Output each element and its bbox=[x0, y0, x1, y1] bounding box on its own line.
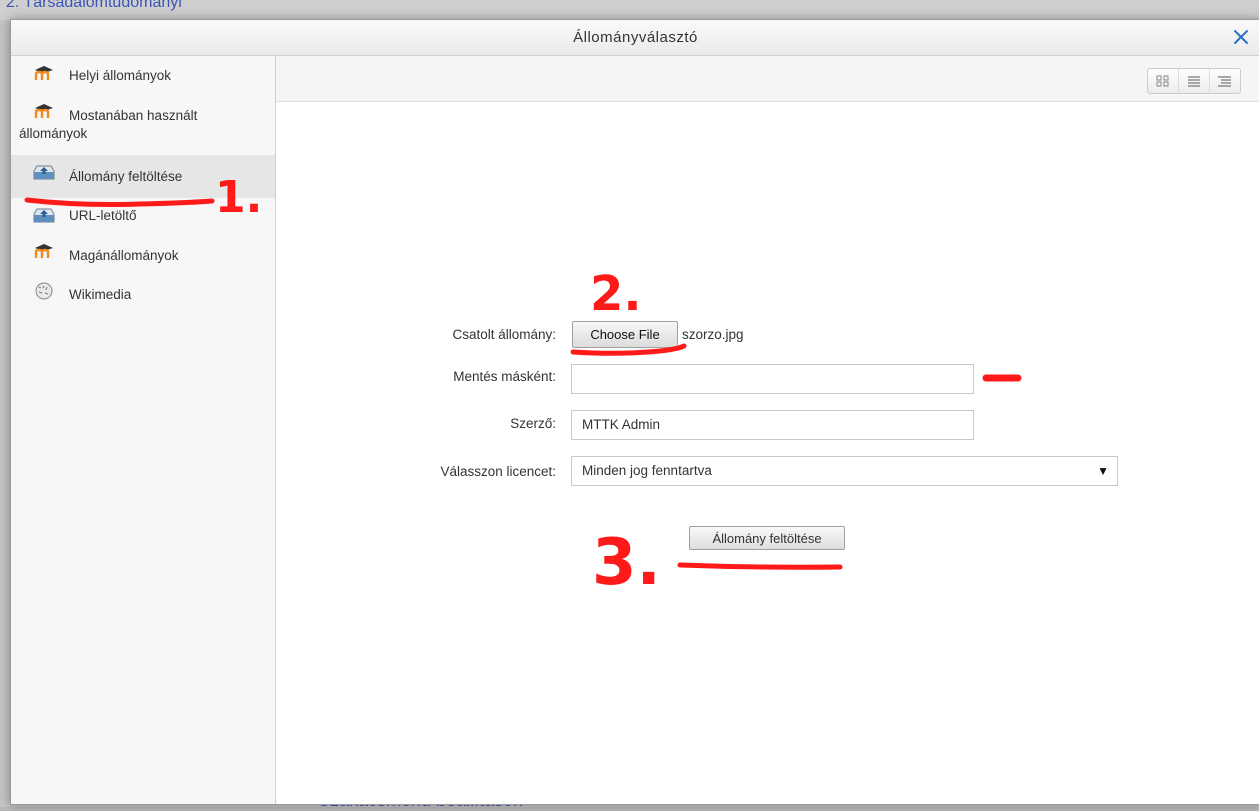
sidebar-item-local-files[interactable]: Helyi állományok bbox=[11, 56, 275, 94]
dialog-header: Állományválasztó bbox=[11, 20, 1259, 56]
tree-view-icon[interactable] bbox=[1209, 69, 1240, 93]
sidebar-item-recent-files[interactable]: Mostanában használt állományok bbox=[11, 94, 275, 155]
sidebar-item-url-downloader[interactable]: URL-letöltő bbox=[11, 198, 275, 234]
dropdown-arrow-icon: ▼ bbox=[1097, 464, 1109, 478]
sidebar-item-label: URL-letöltő bbox=[69, 208, 137, 223]
dialog-title: Állományválasztó bbox=[573, 29, 698, 46]
upload-file-button[interactable]: Állomány feltöltése bbox=[689, 526, 845, 550]
selected-file-name: szorzo.jpg bbox=[682, 327, 744, 342]
sidebar-item-wikimedia[interactable]: Wikimedia bbox=[11, 274, 275, 313]
license-select[interactable]: Minden jog fenntartva ▼ bbox=[571, 456, 1118, 486]
file-picker-dialog: Állományválasztó Helyi állományok Mostan… bbox=[10, 19, 1259, 805]
upload-icon bbox=[33, 208, 55, 223]
attached-file-label: Csatolt állomány: bbox=[452, 327, 556, 342]
author-label: Szerző: bbox=[510, 416, 556, 431]
license-label: Válasszon licencet: bbox=[440, 464, 556, 479]
sidebar-item-upload-file[interactable]: Állomány feltöltése bbox=[11, 155, 275, 198]
repository-sidebar: Helyi állományok Mostanában használt áll… bbox=[11, 56, 276, 804]
upload-icon bbox=[33, 165, 55, 180]
moodle-icon bbox=[34, 104, 53, 118]
license-selected-value: Minden jog fenntartva bbox=[582, 463, 712, 478]
upload-form: Csatolt állomány: Choose File szorzo.jpg… bbox=[276, 102, 1259, 804]
sidebar-item-private-files[interactable]: Magánállományok bbox=[11, 234, 275, 274]
grid-view-icon[interactable] bbox=[1148, 69, 1178, 93]
background-toolbar bbox=[0, 0, 1259, 20]
sidebar-item-label: Állomány feltöltése bbox=[69, 169, 183, 184]
close-icon[interactable] bbox=[1230, 26, 1252, 48]
choose-file-button[interactable]: Choose File bbox=[572, 321, 678, 348]
moodle-icon bbox=[34, 66, 53, 80]
save-as-label: Mentés másként: bbox=[453, 369, 556, 384]
save-as-field[interactable] bbox=[571, 364, 974, 394]
wikimedia-icon bbox=[35, 282, 53, 300]
list-view-icon[interactable] bbox=[1178, 69, 1209, 93]
sidebar-item-label: Helyi állományok bbox=[69, 68, 172, 83]
background-breadcrumb: 2. Társadalomtudományi bbox=[6, 0, 182, 11]
file-view-toolbar bbox=[276, 56, 1259, 102]
sidebar-item-label: Wikimedia bbox=[69, 287, 132, 302]
author-field[interactable]: MTTK Admin bbox=[571, 410, 974, 440]
view-mode-toggle bbox=[1147, 68, 1241, 94]
sidebar-item-label: Magánállományok bbox=[69, 248, 179, 263]
moodle-icon bbox=[34, 244, 53, 258]
